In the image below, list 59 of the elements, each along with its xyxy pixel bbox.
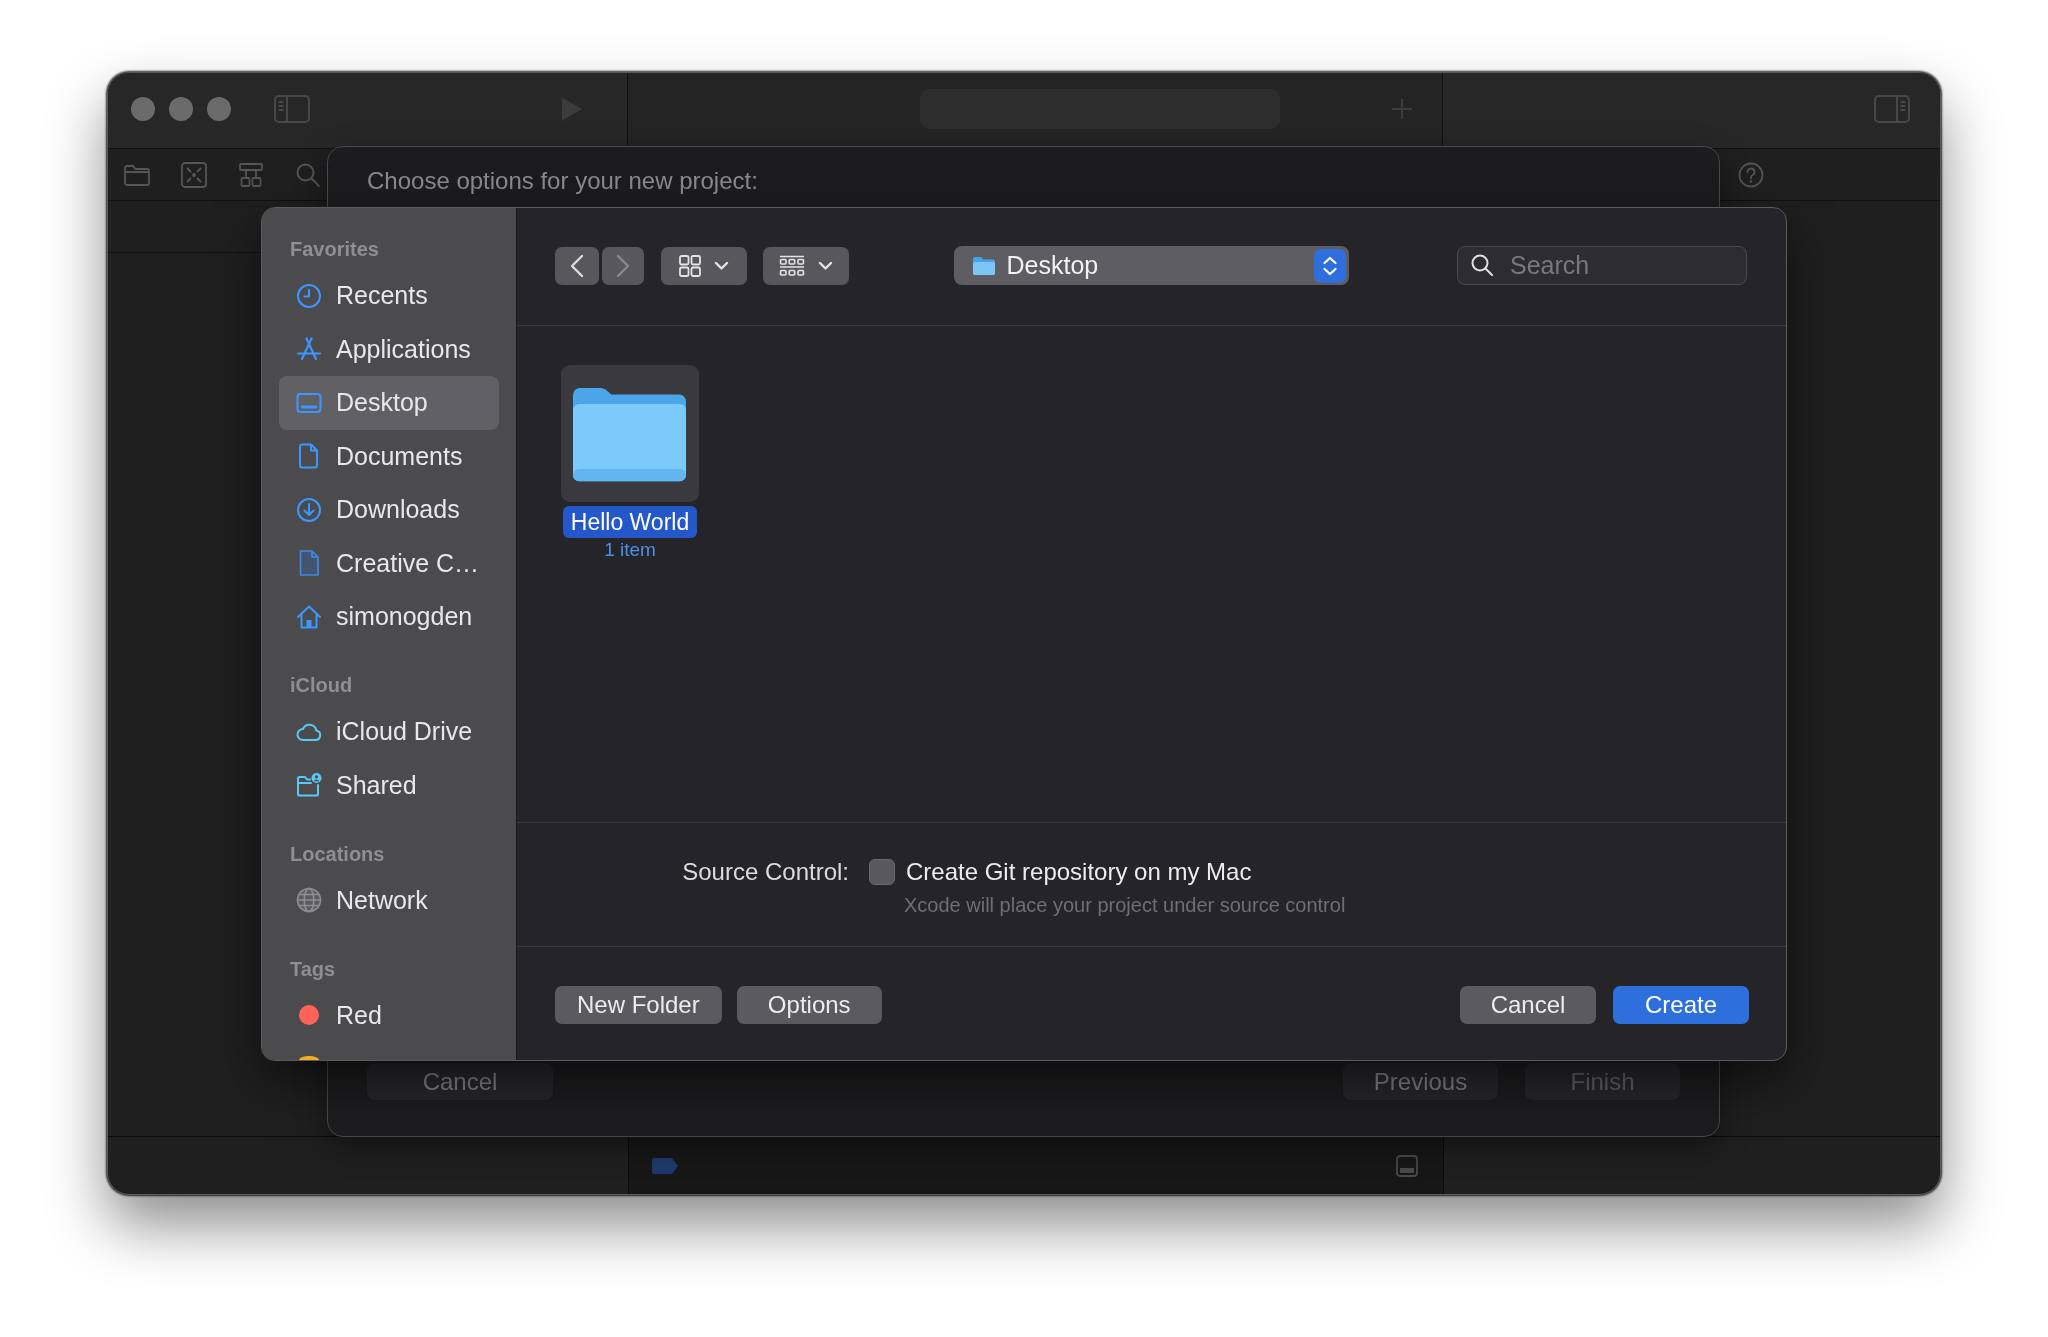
sidebar-heading: Favorites bbox=[289, 237, 380, 262]
sidebar-item[interactable]: Desktop bbox=[279, 376, 499, 430]
sidebar-heading: Tags bbox=[289, 956, 337, 982]
sidebar-item[interactable]: Recents bbox=[279, 269, 499, 323]
help-icon[interactable] bbox=[1738, 161, 1764, 188]
minimize-button[interactable] bbox=[169, 96, 193, 121]
sidebar-item[interactable]: iCloud Drive bbox=[279, 705, 499, 759]
source-control-label: Source Control: bbox=[681, 857, 849, 887]
dialog-button[interactable]: Create bbox=[1613, 986, 1749, 1024]
sidebar-item[interactable]: Shared bbox=[279, 758, 499, 812]
view-mode-button[interactable] bbox=[661, 246, 747, 285]
hint-text: Xcode will place your project under source control bbox=[904, 893, 1347, 917]
stepper-icon bbox=[1313, 248, 1346, 283]
download-icon bbox=[296, 496, 322, 523]
house-icon bbox=[296, 603, 322, 630]
sidebar-toggle-icon[interactable] bbox=[1874, 94, 1910, 123]
zoom-button[interactable] bbox=[207, 96, 231, 121]
sidebar-item[interactable]: simonogden bbox=[279, 590, 499, 644]
file-name[interactable]: Hello World bbox=[562, 506, 698, 538]
search-icon bbox=[1471, 254, 1493, 276]
sidebar-item[interactable]: Downloads bbox=[279, 483, 499, 537]
item-count: 1 item bbox=[604, 538, 656, 562]
close-button[interactable] bbox=[131, 96, 155, 121]
search-field[interactable]: Search bbox=[1457, 246, 1747, 285]
folder-icon bbox=[971, 255, 996, 276]
search-icon[interactable] bbox=[295, 161, 321, 188]
sidebar-item[interactable]: Red bbox=[279, 988, 499, 1042]
back-button[interactable] bbox=[555, 246, 599, 285]
grid-icon bbox=[679, 254, 701, 277]
sidebar-item[interactable]: Creative C… bbox=[279, 536, 499, 590]
chevron-down-icon bbox=[818, 260, 833, 271]
chevron-down-icon bbox=[714, 260, 729, 271]
sidebar-item[interactable]: Documents bbox=[279, 429, 499, 483]
shared-folder-icon bbox=[296, 772, 322, 799]
sheet-title: Choose options for your new project: bbox=[367, 167, 759, 195]
hierarchy-icon[interactable] bbox=[238, 161, 264, 188]
plus-icon[interactable] bbox=[1391, 97, 1413, 120]
sidebar-heading: Locations bbox=[289, 841, 386, 867]
chevron-left-icon bbox=[570, 253, 584, 278]
clock-icon bbox=[296, 282, 322, 309]
folder-icon[interactable] bbox=[561, 365, 699, 502]
dialog-button[interactable]: Cancel bbox=[1460, 986, 1596, 1024]
grouped-grid-icon bbox=[779, 254, 805, 277]
dialog-button[interactable]: New Folder bbox=[555, 986, 722, 1024]
tag-icon[interactable] bbox=[651, 1156, 679, 1175]
applications-icon bbox=[296, 336, 322, 363]
dialog-button[interactable]: Options bbox=[736, 986, 882, 1024]
location-popup[interactable]: Desktop bbox=[953, 246, 1349, 285]
sidebar-heading: iCloud bbox=[289, 673, 354, 698]
sidebar-toggle-icon[interactable] bbox=[274, 94, 310, 123]
checkbox-label[interactable]: Create Git repository on my Mac bbox=[906, 857, 1252, 887]
sidebar-item[interactable]: Network bbox=[279, 873, 499, 927]
x-square-icon[interactable] bbox=[181, 161, 207, 188]
checkbox[interactable] bbox=[869, 859, 895, 885]
panel-icon[interactable] bbox=[1396, 1154, 1418, 1177]
group-button[interactable] bbox=[763, 246, 849, 285]
globe-icon bbox=[296, 887, 322, 914]
sidebar-item[interactable]: Applications bbox=[279, 322, 499, 376]
chevron-right-icon bbox=[616, 253, 630, 278]
